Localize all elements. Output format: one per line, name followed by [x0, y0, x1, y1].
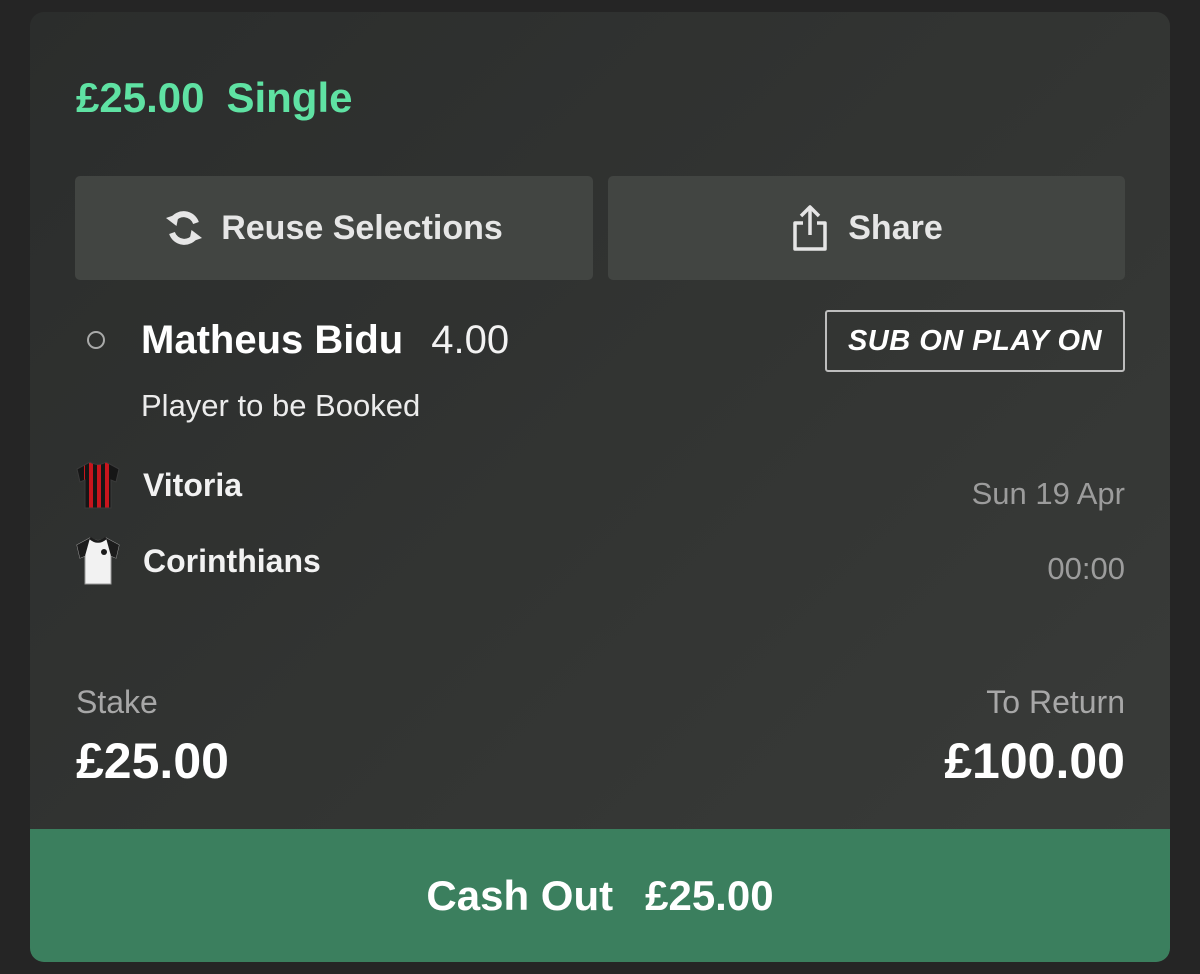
- bet-type: Single: [226, 74, 353, 121]
- bet-stake-title: £25.00: [76, 74, 205, 121]
- sub-on-play-on-badge: SUB ON PLAY ON: [825, 310, 1125, 372]
- reuse-selections-label: Reuse Selections: [221, 208, 503, 247]
- home-shirt-icon: [75, 460, 121, 510]
- selection-odds: 4.00: [431, 318, 510, 362]
- stake-value: £25.00: [76, 733, 229, 789]
- event-time: 00:00: [1047, 551, 1125, 586]
- away-team-name: Corinthians: [143, 542, 321, 579]
- cash-out-label: Cash Out: [426, 871, 614, 919]
- bet-card: £25.00 Single Reuse Selections Share Math…: [30, 12, 1170, 962]
- home-team-name: Vitoria: [143, 466, 242, 503]
- selection-status-icon: [87, 331, 105, 349]
- home-team-row: Vitoria: [75, 460, 242, 510]
- share-label: Share: [848, 208, 943, 247]
- event-date: Sun 19 Apr: [971, 476, 1125, 511]
- away-shirt-icon: [75, 536, 121, 586]
- share-icon: [790, 204, 830, 252]
- reuse-selections-button[interactable]: Reuse Selections: [75, 176, 593, 280]
- to-return-label: To Return: [986, 684, 1125, 720]
- selection-line: Matheus Bidu 4.00: [141, 318, 509, 363]
- selection-name: Matheus Bidu: [141, 318, 404, 362]
- refresh-icon: [165, 208, 203, 248]
- stake-label: Stake: [76, 684, 158, 720]
- bet-title: £25.00 Single: [76, 74, 353, 122]
- market-name: Player to be Booked: [141, 388, 421, 423]
- to-return-value: £100.00: [944, 733, 1125, 789]
- away-team-row: Corinthians: [75, 536, 321, 586]
- cash-out-button[interactable]: Cash Out £25.00: [30, 829, 1170, 962]
- share-button[interactable]: Share: [608, 176, 1125, 280]
- cash-out-amount: £25.00: [645, 871, 774, 919]
